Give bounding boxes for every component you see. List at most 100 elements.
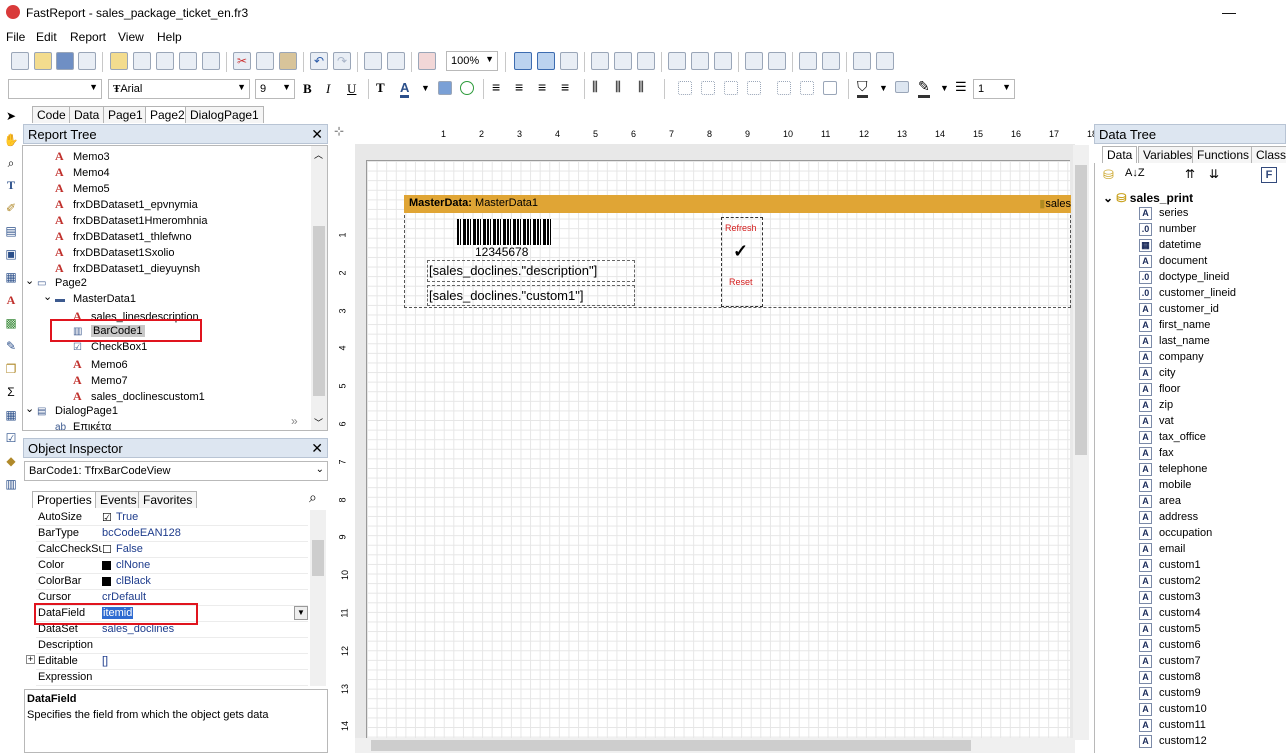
valign-bottom-icon[interactable]: ⫼ bbox=[638, 79, 644, 95]
function-icon[interactable]: F bbox=[1261, 167, 1277, 183]
align-middle-icon[interactable] bbox=[691, 52, 709, 70]
copy-icon[interactable] bbox=[256, 52, 274, 70]
data-field[interactable]: Acity bbox=[1139, 367, 1176, 380]
scroll-up-icon[interactable]: ︿ bbox=[314, 148, 323, 161]
data-field[interactable]: Acustomer_id bbox=[1139, 303, 1219, 316]
data-field[interactable]: Acustom9 bbox=[1139, 687, 1201, 700]
space-vertical-icon[interactable] bbox=[768, 52, 786, 70]
data-field[interactable]: ▦ datetime bbox=[1139, 239, 1201, 252]
tree-node[interactable]: A Memo6 bbox=[73, 357, 128, 372]
scroll-thumb[interactable] bbox=[1075, 165, 1087, 455]
data-field[interactable]: Adocument bbox=[1139, 255, 1207, 268]
property-row[interactable]: Expression bbox=[36, 670, 308, 686]
design-horizontal-scrollbar[interactable] bbox=[355, 738, 1075, 753]
data-field[interactable]: Afax bbox=[1139, 447, 1174, 460]
collapse-chevron-icon[interactable]: ⌄ bbox=[43, 290, 52, 303]
space-horizontal-icon[interactable] bbox=[745, 52, 763, 70]
frame-shadow-icon[interactable] bbox=[823, 81, 837, 95]
menu-file[interactable]: File bbox=[6, 30, 25, 44]
tab-data[interactable]: Data bbox=[1102, 146, 1138, 163]
hand-tool-icon[interactable]: ✋ bbox=[3, 132, 19, 148]
data-field[interactable]: Acustom1 bbox=[1139, 559, 1201, 572]
data-field[interactable]: Afloor bbox=[1139, 383, 1180, 396]
more-tools-icon[interactable]: ▥ bbox=[3, 476, 19, 492]
frame-left-icon[interactable] bbox=[724, 81, 738, 95]
paste-icon[interactable] bbox=[279, 52, 297, 70]
underline-icon[interactable]: U bbox=[347, 81, 356, 97]
property-row[interactable]: ColorBar clBlack bbox=[36, 574, 308, 590]
menu-edit[interactable]: Edit bbox=[36, 30, 57, 44]
data-field[interactable]: .0 doctype_lineid bbox=[1139, 271, 1229, 284]
collapse-chevron-icon[interactable]: ⌄ bbox=[25, 274, 34, 287]
memo-tool-icon[interactable]: A bbox=[3, 292, 19, 308]
memo-description[interactable]: [sales_doclines."description"] bbox=[427, 260, 635, 282]
data-field[interactable]: Acustom7 bbox=[1139, 655, 1201, 668]
shape-tool-icon[interactable]: ❐ bbox=[3, 361, 19, 377]
ungroup-icon[interactable] bbox=[387, 52, 405, 70]
data-field[interactable]: Acustom12 bbox=[1139, 735, 1207, 748]
design-vertical-scrollbar[interactable] bbox=[1073, 145, 1089, 740]
data-field[interactable]: Acustom5 bbox=[1139, 623, 1201, 636]
data-field[interactable]: Acustom10 bbox=[1139, 703, 1207, 716]
property-row[interactable]: BarType bcCodeEAN128 bbox=[36, 526, 308, 542]
band-tool-icon[interactable]: ▤ bbox=[3, 223, 19, 239]
valign-top-icon[interactable]: ⫼ bbox=[592, 79, 598, 95]
expand-arrows-icon[interactable]: » bbox=[291, 414, 298, 428]
report-tree-scrollbar[interactable]: ︿ ﹀ bbox=[311, 146, 327, 430]
undo-icon[interactable]: ↶ bbox=[310, 52, 328, 70]
tree-node[interactable]: A Memo4 bbox=[55, 165, 110, 180]
fit-to-grid-icon[interactable] bbox=[560, 52, 578, 70]
checkbox-empty-icon[interactable]: ☐ bbox=[102, 543, 112, 556]
tab-classes[interactable]: Class bbox=[1251, 146, 1286, 163]
data-field[interactable]: Aaddress bbox=[1139, 511, 1198, 524]
menu-view[interactable]: View bbox=[118, 30, 144, 44]
tree-node[interactable]: A Memo5 bbox=[55, 181, 110, 196]
chevron-down-icon[interactable]: ▼ bbox=[294, 606, 308, 620]
shapes-tool-icon[interactable]: ◆ bbox=[3, 453, 19, 469]
data-field[interactable]: Aoccupation bbox=[1139, 527, 1212, 540]
frame-right-icon[interactable] bbox=[747, 81, 761, 95]
barcode-bars[interactable] bbox=[457, 219, 553, 245]
text-align-center-icon[interactable]: ≡ bbox=[515, 79, 523, 95]
redo-icon[interactable]: ↷ bbox=[333, 52, 351, 70]
font-settings-icon[interactable]: T bbox=[376, 80, 385, 96]
close-icon[interactable]: ✕ bbox=[311, 126, 323, 143]
frame-bottom-icon[interactable] bbox=[701, 81, 715, 95]
new-dialog-icon[interactable] bbox=[133, 52, 151, 70]
scroll-down-icon[interactable]: ﹀ bbox=[314, 416, 323, 429]
align-top-icon[interactable] bbox=[668, 52, 686, 70]
tab-functions[interactable]: Functions bbox=[1192, 146, 1255, 163]
frame-top-icon[interactable] bbox=[678, 81, 692, 95]
align-left-icon[interactable] bbox=[591, 52, 609, 70]
preview-icon[interactable] bbox=[78, 52, 96, 70]
tree-node[interactable]: ⌄ ▬ MasterData1 bbox=[43, 291, 136, 305]
tab-favorites[interactable]: Favorites bbox=[138, 491, 198, 508]
frame-color-icon[interactable]: ✎ bbox=[918, 78, 930, 98]
tree-node[interactable]: AfrxDBDataset1_dieyuynsh bbox=[55, 261, 200, 276]
data-field[interactable]: Aemail bbox=[1139, 543, 1185, 556]
center-vertical-icon[interactable] bbox=[822, 52, 840, 70]
rotation-icon[interactable] bbox=[460, 81, 474, 95]
menu-help[interactable]: Help bbox=[157, 30, 182, 44]
collapse-icon[interactable]: ⇈ bbox=[1185, 167, 1195, 181]
font-color-icon[interactable]: A bbox=[400, 80, 410, 98]
data-field[interactable]: Acustom11 bbox=[1139, 719, 1206, 732]
scroll-thumb[interactable] bbox=[312, 540, 324, 576]
scroll-thumb[interactable] bbox=[313, 226, 325, 396]
tree-node[interactable]: AfrxDBDataset1_epvnymia bbox=[55, 197, 198, 212]
close-icon[interactable]: ✕ bbox=[311, 440, 323, 457]
masterdata-band-header[interactable]: MasterData: MasterData1 ▮sales bbox=[404, 195, 1071, 213]
data-field[interactable]: .0 number bbox=[1139, 223, 1196, 236]
tree-node[interactable]: ☑ CheckBox1 bbox=[73, 341, 147, 353]
align-right-icon[interactable] bbox=[637, 52, 655, 70]
align-center-icon[interactable] bbox=[614, 52, 632, 70]
search-icon[interactable]: ⌕ bbox=[309, 489, 317, 506]
fill-color-icon[interactable]: ⛉ bbox=[857, 78, 868, 98]
sort-icon[interactable]: A↓Z bbox=[1125, 167, 1145, 179]
data-field[interactable]: Atelephone bbox=[1139, 463, 1207, 476]
data-field[interactable]: Acustom3 bbox=[1139, 591, 1201, 604]
data-field[interactable]: Acustom4 bbox=[1139, 607, 1201, 620]
tab-code[interactable]: Code bbox=[32, 106, 71, 123]
picture-tool-icon[interactable]: ▦ bbox=[3, 269, 19, 285]
text-align-right-icon[interactable]: ≡ bbox=[538, 79, 546, 95]
